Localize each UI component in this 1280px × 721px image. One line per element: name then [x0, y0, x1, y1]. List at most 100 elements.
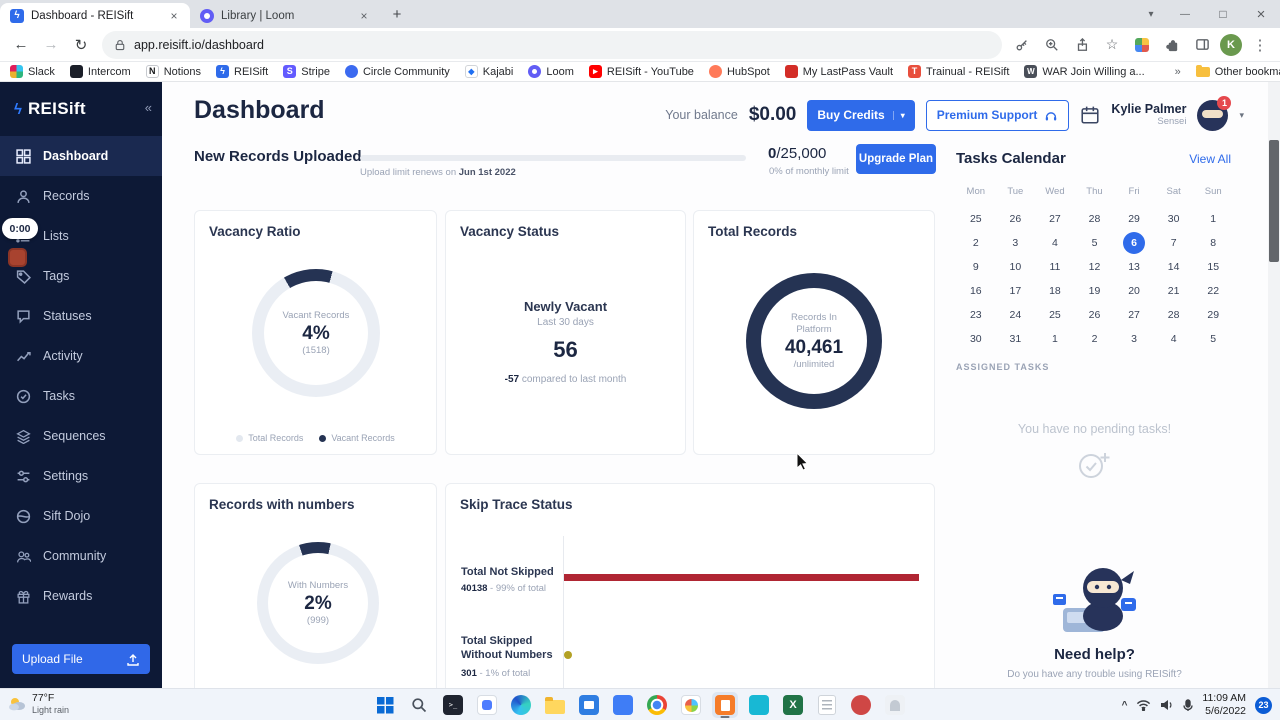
tab-dashboard[interactable]: Dashboard - REISift: [0, 3, 190, 28]
calendar-day[interactable]: 21: [1154, 280, 1194, 302]
edge-icon[interactable]: [508, 692, 534, 718]
calendar-day[interactable]: 6: [1123, 232, 1145, 254]
sidebar-item-dashboard[interactable]: Dashboard: [0, 136, 162, 176]
page-scrollbar[interactable]: [1268, 82, 1280, 688]
calendar-day[interactable]: 8: [1193, 232, 1233, 254]
view-all-link[interactable]: View All: [1189, 152, 1231, 166]
window-maximize-button[interactable]: [1204, 0, 1242, 28]
calendar-day[interactable]: 4: [1154, 328, 1194, 350]
tab-close-icon[interactable]: [166, 8, 182, 24]
new-tab-button[interactable]: [384, 1, 410, 27]
calendar-day[interactable]: 4: [1035, 232, 1075, 254]
calendar-day[interactable]: 14: [1154, 256, 1194, 278]
calendar-day[interactable]: 5: [1193, 328, 1233, 350]
upload-file-button[interactable]: Upload File: [12, 644, 150, 674]
red-app-icon[interactable]: [848, 692, 874, 718]
window-minimize-button[interactable]: [1166, 0, 1204, 28]
bookmark-trainual[interactable]: Trainual - REISift: [908, 65, 1009, 78]
sidebar-item-statuses[interactable]: Statuses: [0, 296, 162, 336]
excel-icon[interactable]: [780, 692, 806, 718]
sidebar-item-tasks[interactable]: Tasks: [0, 376, 162, 416]
user-menu-chevron-icon[interactable]: [1239, 110, 1244, 121]
calendar-day[interactable]: 25: [956, 208, 996, 230]
forward-button[interactable]: [38, 32, 64, 58]
bookmark-youtube[interactable]: REISift - YouTube: [589, 65, 694, 78]
browser-menu-icon[interactable]: [1248, 33, 1272, 57]
side-panel-icon[interactable]: [1190, 33, 1214, 57]
calendar-day[interactable]: 3: [1114, 328, 1154, 350]
start-button[interactable]: [372, 692, 398, 718]
bookmark-hubspot[interactable]: HubSpot: [709, 65, 770, 78]
calendar-day[interactable]: 27: [1035, 208, 1075, 230]
extensions-puzzle-icon[interactable]: [1160, 33, 1184, 57]
calendar-day[interactable]: 3: [996, 232, 1036, 254]
blue-app-icon[interactable]: [610, 692, 636, 718]
browser-profile-avatar[interactable]: K: [1220, 34, 1242, 56]
share-icon[interactable]: [1070, 33, 1094, 57]
sidebar-item-records[interactable]: Records: [0, 176, 162, 216]
calendar-day[interactable]: 29: [1114, 208, 1154, 230]
calendar-day[interactable]: 26: [996, 208, 1036, 230]
calendar-day[interactable]: 20: [1114, 280, 1154, 302]
sidebar-item-activity[interactable]: Activity: [0, 336, 162, 376]
microphone-icon[interactable]: [1183, 699, 1193, 712]
bookmark-intercom[interactable]: Intercom: [70, 65, 131, 78]
sidebar-item-sift-dojo[interactable]: Sift Dojo: [0, 496, 162, 536]
calendar-day[interactable]: 25: [1035, 304, 1075, 326]
zoom-icon[interactable]: [1040, 33, 1064, 57]
calendar-day[interactable]: 24: [996, 304, 1036, 326]
calendar-day[interactable]: 1: [1193, 208, 1233, 230]
weather-widget[interactable]: 77°F Light rain: [8, 692, 69, 715]
speaker-icon[interactable]: [1160, 699, 1174, 711]
calendar-day[interactable]: 9: [956, 256, 996, 278]
address-bar[interactable]: app.reisift.io/dashboard: [102, 31, 1002, 59]
wifi-icon[interactable]: [1136, 699, 1151, 711]
bookmark-notions[interactable]: Notions: [146, 65, 201, 78]
bookmark-lastpass[interactable]: My LastPass Vault: [785, 65, 893, 78]
upgrade-plan-button[interactable]: Upgrade Plan: [856, 144, 936, 174]
calendar-day[interactable]: 7: [1154, 232, 1194, 254]
bookmark-stripe[interactable]: Stripe: [283, 65, 330, 78]
notification-count-badge[interactable]: 23: [1255, 697, 1272, 714]
reload-button[interactable]: [68, 32, 94, 58]
taskbar-clock[interactable]: 11:09 AM 5/6/2022: [1202, 692, 1246, 718]
other-bookmarks[interactable]: Other bookmarks: [1196, 66, 1280, 78]
paint-app-icon[interactable]: [746, 692, 772, 718]
calendar-day[interactable]: 22: [1193, 280, 1233, 302]
calendar-day[interactable]: 30: [956, 328, 996, 350]
calendar-day[interactable]: 10: [996, 256, 1036, 278]
loom-stop-button[interactable]: [8, 248, 27, 267]
calendar-day[interactable]: 11: [1035, 256, 1075, 278]
calendar-day[interactable]: 29: [1193, 304, 1233, 326]
calendar-day[interactable]: 2: [956, 232, 996, 254]
calendar-day[interactable]: 16: [956, 280, 996, 302]
calendar-day[interactable]: 13: [1114, 256, 1154, 278]
chrome-icon[interactable]: [644, 692, 670, 718]
bookmark-star-icon[interactable]: [1100, 33, 1124, 57]
bookmark-slack[interactable]: Slack: [10, 65, 55, 78]
key-icon[interactable]: [1010, 33, 1034, 57]
hidden-icons-chevron[interactable]: [1122, 700, 1128, 711]
calendar-day[interactable]: 28: [1075, 208, 1115, 230]
calendar-day[interactable]: 12: [1075, 256, 1115, 278]
active-app-icon[interactable]: [712, 692, 738, 718]
notepad-icon[interactable]: [814, 692, 840, 718]
window-close-button[interactable]: [1242, 0, 1280, 28]
bookmark-loom[interactable]: Loom: [528, 65, 574, 78]
sidebar-collapse-button[interactable]: [145, 100, 152, 115]
calendar-day[interactable]: 31: [996, 328, 1036, 350]
calendar-day[interactable]: 26: [1075, 304, 1115, 326]
back-button[interactable]: [8, 32, 34, 58]
app-logo[interactable]: ϟ REISift: [0, 82, 162, 136]
terminal-app-icon[interactable]: [440, 692, 466, 718]
calendar-day[interactable]: 17: [996, 280, 1036, 302]
buy-credits-button[interactable]: Buy Credits: [807, 100, 914, 131]
camera-app-icon[interactable]: [474, 692, 500, 718]
calendar-day[interactable]: 1: [1035, 328, 1075, 350]
bookmark-war[interactable]: WAR Join Willing a...: [1024, 65, 1144, 78]
sidebar-item-community[interactable]: Community: [0, 536, 162, 576]
calendar-day[interactable]: 19: [1075, 280, 1115, 302]
sidebar-item-sequences[interactable]: Sequences: [0, 416, 162, 456]
extension-colored-icon[interactable]: [1130, 33, 1154, 57]
tab-search-icon[interactable]: [1136, 0, 1166, 28]
